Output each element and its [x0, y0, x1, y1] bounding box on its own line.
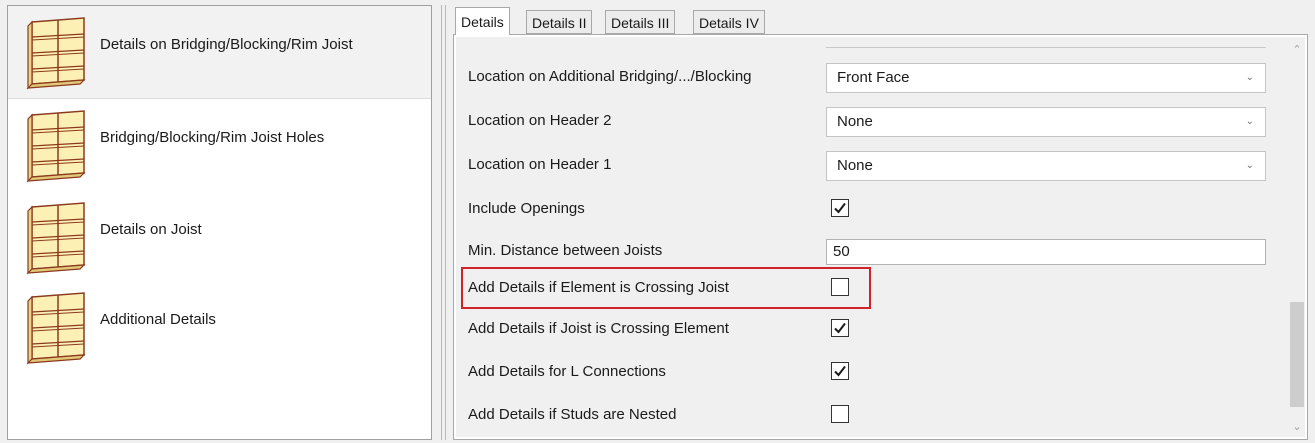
property-row: Include Openings	[456, 187, 1289, 231]
checkmark-icon	[834, 322, 846, 334]
chevron-down-icon[interactable]: ⌄	[1289, 420, 1305, 433]
studs-nested-checkbox[interactable]	[831, 405, 849, 423]
joist-frame-icon	[24, 291, 88, 365]
location-header-2-dropdown[interactable]: None ⌄	[826, 107, 1266, 137]
element-crossing-joist-checkbox[interactable]	[831, 278, 849, 296]
dropdown-value: None	[837, 113, 873, 130]
property-row: Add Details if Element is Crossing Joist	[456, 266, 1289, 310]
chevron-up-icon[interactable]: ⌃	[1289, 43, 1305, 56]
property-label: Include Openings	[468, 200, 585, 217]
tab-details-iii[interactable]: Details III	[605, 10, 676, 34]
property-row: Location on Additional Bridging/.../Bloc…	[456, 55, 1289, 99]
property-row: Add Details for L Connections	[456, 350, 1289, 394]
checkmark-icon	[834, 202, 846, 214]
joist-frame-icon	[24, 109, 88, 183]
joist-frame-icon	[24, 16, 88, 90]
property-label: Add Details for L Connections	[468, 363, 666, 380]
property-label: Location on Additional Bridging/.../Bloc…	[468, 68, 752, 85]
joist-crossing-element-checkbox[interactable]	[831, 319, 849, 337]
category-item-additional-details[interactable]: Additional Details	[8, 281, 431, 373]
property-label: Location on Header 2	[468, 112, 612, 129]
category-item-details-on-bridging[interactable]: Details on Bridging/Blocking/Rim Joist	[8, 6, 431, 99]
properties-panel: Location on Additional Bridging/.../Bloc…	[453, 34, 1308, 440]
chevron-down-icon: ⌄	[1245, 160, 1254, 171]
property-row: Location on Header 1 None ⌄	[456, 143, 1289, 187]
tab-details-iv[interactable]: Details IV	[693, 10, 765, 34]
partially-scrolled-field	[826, 37, 1266, 48]
property-label: Add Details if Joist is Crossing Element	[468, 320, 729, 337]
min-distance-input[interactable]: 50	[826, 239, 1266, 265]
category-label: Details on Joist	[100, 221, 202, 238]
category-label: Additional Details	[100, 311, 216, 328]
category-item-rim-joist-holes[interactable]: Bridging/Blocking/Rim Joist Holes	[8, 99, 431, 191]
property-row: Add Details if Joist is Crossing Element	[456, 307, 1289, 351]
property-row: Add Details if Studs are Nested	[456, 393, 1289, 437]
tab-details-ii[interactable]: Details II	[526, 10, 593, 34]
category-list: Details on Bridging/Blocking/Rim Joist B…	[7, 5, 432, 440]
property-label: Location on Header 1	[468, 156, 612, 173]
panel-splitter[interactable]	[440, 5, 448, 440]
property-label: Add Details if Element is Crossing Joist	[468, 279, 729, 296]
chevron-down-icon: ⌄	[1245, 72, 1254, 83]
category-label: Details on Bridging/Blocking/Rim Joist	[100, 36, 353, 53]
location-additional-bridging-dropdown[interactable]: Front Face ⌄	[826, 63, 1266, 93]
vertical-scrollbar[interactable]: ⌃ ⌄	[1289, 37, 1305, 437]
joist-frame-icon	[24, 201, 88, 275]
chevron-down-icon: ⌄	[1245, 116, 1254, 127]
property-row: Location on Header 2 None ⌄	[456, 99, 1289, 143]
tab-details[interactable]: Details	[455, 7, 510, 35]
property-label: Add Details if Studs are Nested	[468, 406, 677, 423]
dropdown-value: Front Face	[837, 69, 910, 86]
input-value: 50	[833, 243, 850, 260]
category-item-details-on-joist[interactable]: Details on Joist	[8, 191, 431, 283]
include-openings-checkbox[interactable]	[831, 199, 849, 217]
l-connections-checkbox[interactable]	[831, 362, 849, 380]
property-grid: Location on Additional Bridging/.../Bloc…	[456, 37, 1289, 437]
category-label: Bridging/Blocking/Rim Joist Holes	[100, 129, 325, 146]
location-header-1-dropdown[interactable]: None ⌄	[826, 151, 1266, 181]
dropdown-value: None	[837, 157, 873, 174]
scrollbar-thumb[interactable]	[1290, 302, 1304, 407]
checkmark-icon	[834, 365, 846, 377]
